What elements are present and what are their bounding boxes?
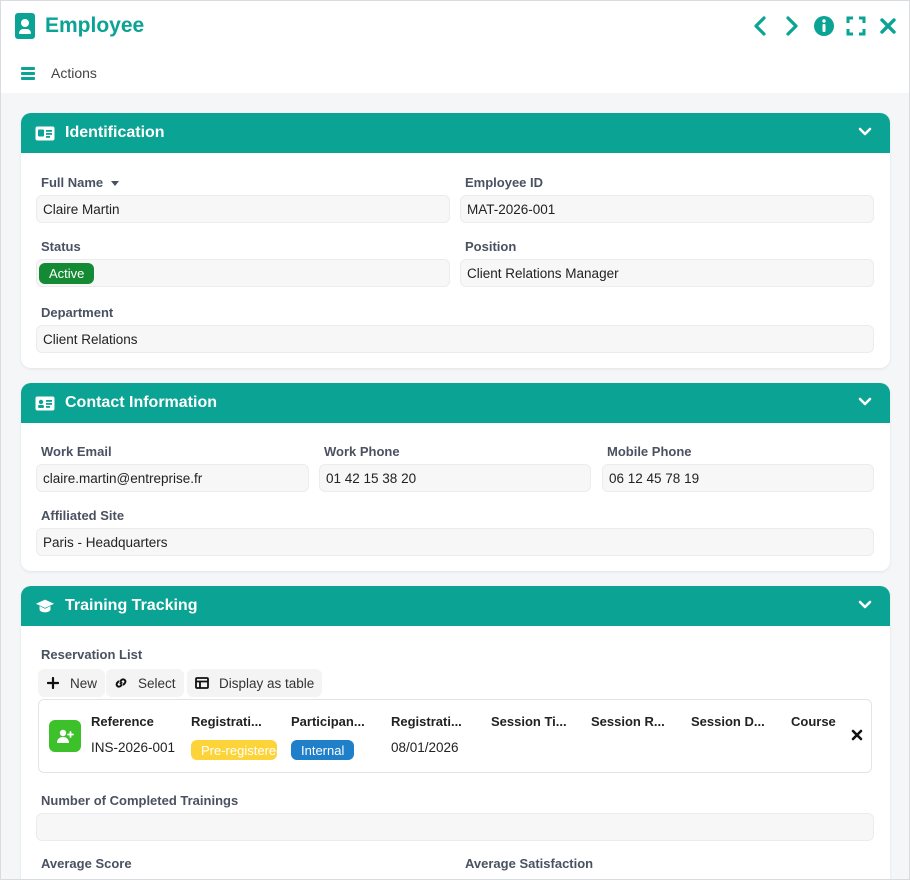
- id-card-icon: [35, 125, 55, 141]
- collapse-chevron-icon[interactable]: [858, 395, 872, 412]
- section-title: Training Tracking: [65, 597, 198, 614]
- training-header[interactable]: Training Tracking: [21, 586, 890, 626]
- info-icon[interactable]: [813, 15, 835, 37]
- work-email-label: Work Email: [41, 444, 112, 459]
- status-label: Status: [41, 239, 81, 254]
- display-as-table-button[interactable]: Display as table: [187, 669, 323, 697]
- mobile-phone-label: Mobile Phone: [607, 444, 692, 459]
- work-phone-field[interactable]: 01 42 15 38 20: [319, 464, 591, 492]
- fullscreen-icon[interactable]: [845, 15, 867, 37]
- column-header-registration-date: Registrati...: [391, 714, 462, 729]
- work-email-field[interactable]: claire.martin@entreprise.fr: [36, 464, 309, 492]
- employee-badge-icon: [15, 13, 35, 39]
- position-label: Position: [465, 239, 517, 254]
- select-button[interactable]: Select: [106, 669, 184, 697]
- actions-label[interactable]: Actions: [51, 65, 97, 81]
- display-button-label: Display as table: [219, 675, 315, 691]
- new-button-label: New: [70, 675, 98, 691]
- employee-id-field[interactable]: MAT-2026-001: [460, 195, 874, 223]
- participant-type-badge: Internal: [291, 740, 355, 760]
- actions-menu[interactable]: Actions: [21, 65, 97, 81]
- mobile-phone-field[interactable]: 06 12 45 78 19: [602, 464, 874, 492]
- new-button[interactable]: New: [38, 669, 106, 697]
- employee-id-label: Employee ID: [465, 175, 544, 190]
- hamburger-icon[interactable]: [21, 67, 35, 80]
- reservation-list-label: Reservation List: [41, 647, 143, 662]
- reservation-row[interactable]: Reference Registrati... Participan... Re…: [38, 699, 872, 773]
- add-person-icon: [49, 720, 81, 752]
- registration-status-badge: Pre-registered: [191, 740, 277, 760]
- table-icon: [195, 676, 209, 690]
- remove-icon[interactable]: [851, 728, 863, 746]
- select-button-label: Select: [138, 675, 176, 691]
- full-name-field[interactable]: Claire Martin: [36, 195, 450, 223]
- contact-card-icon: [35, 395, 55, 411]
- average-satisfaction-label: Average Satisfaction: [465, 856, 594, 871]
- completed-trainings-label: Number of Completed Trainings: [41, 793, 239, 808]
- window-actions: [749, 15, 899, 37]
- training-section: Training Tracking Reservation List New S…: [21, 586, 890, 879]
- column-header-participant: Participan...: [291, 714, 365, 729]
- sort-caret-icon[interactable]: [111, 181, 120, 187]
- identification-header[interactable]: Identification: [21, 113, 890, 153]
- close-icon[interactable]: [877, 15, 899, 37]
- status-field[interactable]: Active: [36, 259, 450, 287]
- site-field[interactable]: Paris - Headquarters: [36, 528, 874, 556]
- full-name-label-text: Full Name: [41, 175, 104, 190]
- site-label: Affiliated Site: [41, 508, 125, 523]
- column-header-session-r: Session R...: [591, 714, 665, 729]
- previous-icon[interactable]: [749, 15, 771, 37]
- window-header: Employee Actions: [1, 1, 909, 93]
- column-header-session-d: Session D...: [691, 714, 765, 729]
- page-title: Employee: [45, 14, 145, 37]
- column-header-course: Course: [791, 714, 836, 729]
- average-score-label: Average Score: [41, 856, 132, 871]
- column-header-registration-status: Registrati...: [191, 714, 262, 729]
- registration-date-value: 08/01/2026: [391, 740, 459, 755]
- identification-section: Identification Full Name Claire Martin E…: [21, 113, 890, 368]
- section-title: Contact Information: [65, 394, 217, 411]
- full-name-label[interactable]: Full Name: [41, 175, 120, 190]
- window-title-row: Employee: [15, 13, 144, 39]
- plus-icon: [46, 676, 60, 690]
- collapse-chevron-icon[interactable]: [858, 598, 872, 615]
- position-field[interactable]: Client Relations Manager: [460, 259, 874, 287]
- column-header-reference: Reference: [91, 714, 154, 729]
- column-header-session-title: Session Ti...: [491, 714, 567, 729]
- completed-trainings-field[interactable]: [36, 813, 874, 841]
- contact-header[interactable]: Contact Information: [21, 383, 890, 423]
- department-label: Department: [41, 305, 114, 320]
- work-phone-label: Work Phone: [324, 444, 400, 459]
- link-icon: [114, 676, 128, 690]
- next-icon[interactable]: [781, 15, 803, 37]
- status-badge: Active: [39, 262, 95, 284]
- section-title: Identification: [65, 124, 165, 141]
- collapse-chevron-icon[interactable]: [858, 125, 872, 142]
- reservation-reference: INS-2026-001: [91, 740, 176, 755]
- department-field[interactable]: Client Relations: [36, 325, 874, 353]
- contact-section: Contact Information Work Email claire.ma…: [21, 383, 890, 571]
- employee-window: Employee Actions Identification Full Nam…: [0, 0, 910, 880]
- graduation-cap-icon: [35, 598, 55, 614]
